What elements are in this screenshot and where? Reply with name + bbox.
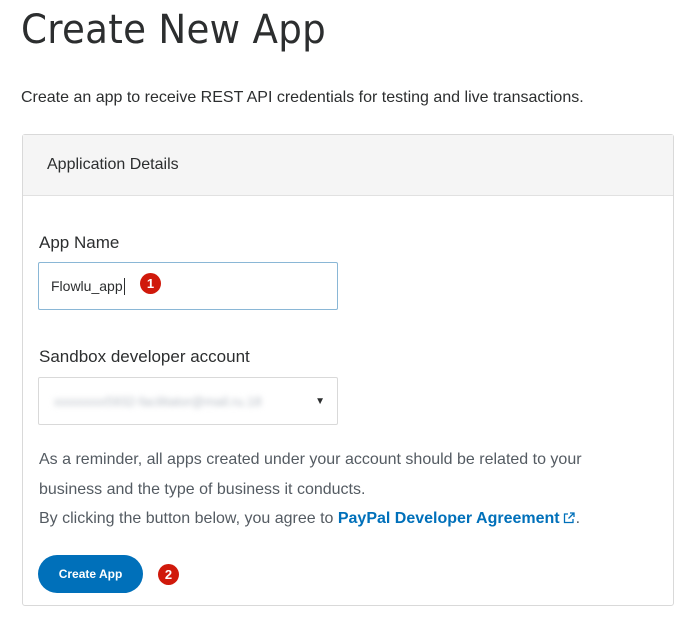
application-details-panel: Application Details App Name Flowlu_app … <box>22 134 674 606</box>
page-title: Create New App <box>21 7 326 53</box>
agreement-prefix: By clicking the button below, you agree … <box>39 510 338 527</box>
reminder-line-3: By clicking the button below, you agree … <box>39 504 639 536</box>
chevron-down-icon: ▼ <box>315 395 325 407</box>
app-name-label: App Name <box>39 233 120 252</box>
step-badge-2: 2 <box>158 564 179 585</box>
sandbox-account-label: Sandbox developer account <box>39 347 250 366</box>
external-link-icon <box>562 506 576 536</box>
agreement-suffix: . <box>575 510 581 527</box>
sandbox-account-value: xxxxxxxx5932-facilitator@mail.ru.18 <box>54 393 262 409</box>
reminder-text: As a reminder, all apps created under yo… <box>39 445 639 536</box>
paypal-developer-agreement-link[interactable]: PayPal Developer Agreement <box>338 510 576 527</box>
app-name-value: Flowlu_app <box>51 278 123 294</box>
panel-header-title: Application Details <box>47 156 179 173</box>
text-caret <box>123 277 125 295</box>
reminder-line-1: As a reminder, all apps created under yo… <box>39 451 582 468</box>
page-subtitle: Create an app to receive REST API creden… <box>21 89 584 106</box>
reminder-line-2: business and the type of business it con… <box>39 480 366 498</box>
step-badge-1: 1 <box>140 273 161 294</box>
sandbox-account-select[interactable]: xxxxxxxx5932-facilitator@mail.ru.18 ▼ <box>38 377 338 425</box>
create-app-button[interactable]: Create App <box>38 555 143 593</box>
agreement-link-text: PayPal Developer Agreement <box>337 510 560 527</box>
app-name-input[interactable]: Flowlu_app <box>38 262 338 310</box>
panel-header: Application Details <box>23 135 673 196</box>
